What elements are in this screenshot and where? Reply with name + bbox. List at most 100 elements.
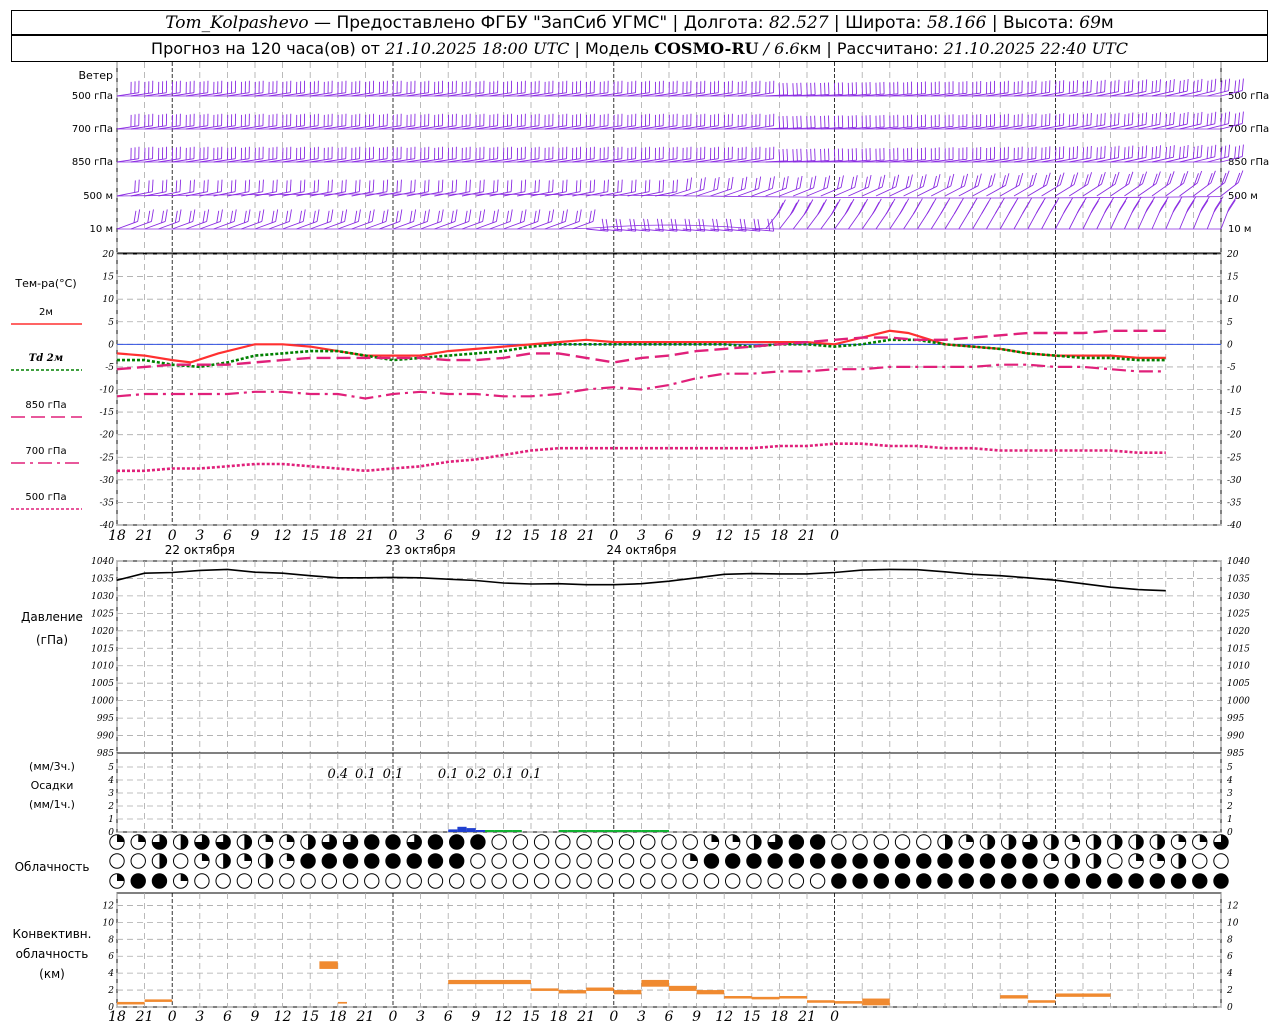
- wind-barb-feather: [317, 179, 320, 192]
- x-tick-label: 6: [223, 528, 232, 544]
- y-tick-label-left: -10: [100, 386, 115, 396]
- precip-bar: [613, 830, 623, 832]
- x-tick-label: 12: [274, 1009, 292, 1024]
- wind-barb-feather: [206, 209, 210, 222]
- temp-title: Тем-ра(°C): [14, 277, 76, 290]
- y-tick-label-right: 6: [1227, 952, 1233, 962]
- wind-barb-feather: [588, 210, 592, 223]
- cloud-quarter-fill: [286, 834, 295, 842]
- cloud-cover-symbol: [809, 834, 826, 850]
- y-tick-label-right: -25: [1227, 453, 1242, 463]
- wind-barb-feather: [203, 180, 205, 193]
- y-tick-label-left: 15: [103, 273, 115, 283]
- y-tick-label-right: 1010: [1227, 662, 1250, 672]
- cloud-circle: [130, 873, 146, 889]
- cloud-quarter-fill: [117, 873, 125, 881]
- cloud-quarter-fill: [286, 853, 295, 861]
- x-tick-label: 9: [692, 1009, 701, 1024]
- wind-barb-feather: [1241, 144, 1244, 157]
- cloud-cover-symbol: [724, 873, 741, 889]
- cloud-quarter-fill: [1178, 834, 1186, 842]
- wind-barb-row: [116, 111, 1244, 130]
- cloud-cover-symbol: [194, 834, 210, 850]
- wind-barb-feather: [519, 210, 523, 223]
- wind-barb-feather: [850, 176, 855, 189]
- x-tick-label: 9: [471, 528, 480, 544]
- y-tick-label-right: 8: [1227, 935, 1233, 945]
- wind-barb-feather: [479, 180, 481, 193]
- x-tick-label: 18: [329, 1009, 347, 1024]
- wind-barb-feather: [1110, 147, 1112, 160]
- precip-bar: [567, 830, 577, 832]
- cloud-circle: [661, 873, 677, 889]
- wind-barb-feather: [1159, 112, 1161, 125]
- cloud-cover-symbol: [1000, 834, 1017, 850]
- wind-barb-feather: [1110, 81, 1112, 94]
- cloud-cover-symbol: [300, 834, 316, 850]
- wind-barb-feather: [1141, 146, 1144, 159]
- wind-barb-feather: [806, 199, 814, 212]
- wind-barb-feather: [441, 179, 444, 192]
- wind-barb-feather: [272, 180, 274, 193]
- wind-barb-feather: [1210, 170, 1216, 183]
- cloud-cover-symbol: [831, 834, 847, 850]
- wind-barb-feather: [1169, 80, 1171, 93]
- cloud-cover-symbol: [852, 834, 868, 850]
- x-tick-label: 12: [715, 1009, 733, 1024]
- wind-barb-feather: [151, 209, 154, 222]
- cloud-circle: [406, 873, 422, 889]
- wind-barb-feather: [1186, 145, 1189, 158]
- wind-barb-feather: [1186, 79, 1189, 92]
- cloud-cover-symbol: [448, 853, 465, 869]
- cloud-circle: [937, 853, 953, 869]
- x-tick-label: 18: [108, 1009, 126, 1024]
- wind-barb-feather: [782, 149, 785, 162]
- cloud-cover-symbol: [364, 873, 380, 889]
- wind-barb-feather: [810, 82, 812, 95]
- wind-barb-feather: [1114, 113, 1116, 126]
- cloud-half-fill: [945, 834, 953, 850]
- y-tick-label-left: 995: [97, 714, 114, 724]
- wind-barb-feather: [730, 176, 734, 189]
- x-tick-label: 21: [355, 528, 374, 544]
- y-tick-label-left: 1035: [91, 574, 114, 584]
- wind-barb-feather: [1127, 146, 1130, 159]
- wind-barb-feather: [878, 176, 882, 189]
- wind-barb-feather: [147, 210, 151, 223]
- wind-barb-feather: [164, 209, 168, 222]
- wind-barb-feather: [995, 201, 1003, 214]
- x-tick-label: 15: [301, 528, 319, 544]
- cloud-cover-symbol: [979, 873, 996, 889]
- x-tick-label: 0: [830, 1009, 839, 1024]
- cloud-cover-symbol: [597, 853, 614, 869]
- wind-barb-feather: [776, 202, 784, 216]
- wind-barb-feather: [1131, 112, 1134, 125]
- convective-cloud-bar: [613, 990, 642, 995]
- y-tick-label-right: 5: [1227, 318, 1233, 328]
- wind-barb-feather: [548, 180, 550, 193]
- cloud-circle: [300, 853, 316, 869]
- wind-barb-feather: [1146, 196, 1156, 210]
- y-tick-label-right: 12: [1227, 901, 1239, 911]
- x-tick-label: 15: [522, 528, 540, 544]
- cloud-cover-symbol: [512, 853, 529, 869]
- wind-barb-feather: [1060, 172, 1065, 185]
- cloud-circle: [831, 834, 847, 850]
- cloud-cover-symbol: [321, 834, 338, 850]
- precip-amount-label: 0.1: [355, 767, 376, 782]
- wind-barb-feather: [396, 180, 398, 193]
- wind-barb-feather: [381, 210, 385, 223]
- cloud-cover-symbol: [809, 873, 826, 889]
- cloud-cover-symbol: [831, 853, 847, 869]
- y-tick-label-right: 0: [1227, 828, 1233, 838]
- wind-barb-feather: [355, 180, 357, 193]
- convective-cloud-bar: [1000, 995, 1028, 999]
- wind-barb-feather: [509, 209, 513, 222]
- wind-barb-feather: [1063, 200, 1072, 214]
- x-tick-label: 21: [797, 528, 816, 544]
- cloud-circle: [852, 853, 868, 869]
- x-tick-label: 0: [168, 1009, 177, 1024]
- wind-barb-feather: [1214, 78, 1217, 91]
- cloud-circle: [979, 873, 996, 889]
- wind-level-label-right: 500 м: [1228, 191, 1258, 202]
